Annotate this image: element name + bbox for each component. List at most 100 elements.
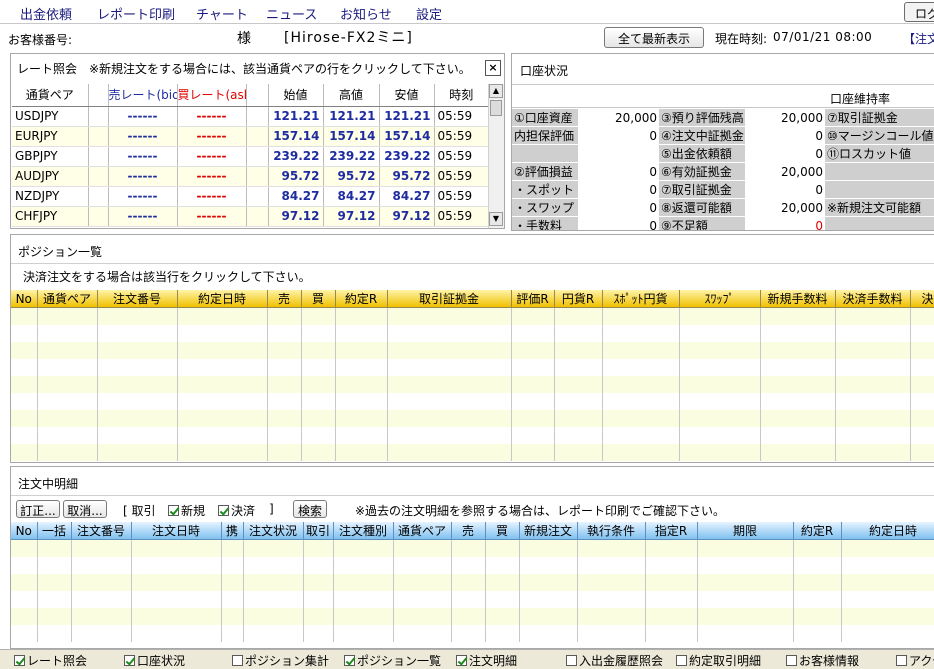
search-button[interactable]: 検索 <box>293 500 327 518</box>
toggle-account[interactable]: 口座状況 <box>124 652 185 669</box>
empty-cell <box>645 590 698 608</box>
account-label: ⑦取引証拠金 <box>825 109 934 127</box>
toggle-exec-detail[interactable]: 約定取引明細 <box>676 652 761 669</box>
high-cell: 95.72 <box>322 166 379 187</box>
empty-cell <box>697 590 794 608</box>
toggle-customer-info[interactable]: お客様情報 <box>786 652 859 669</box>
empty-cell <box>760 443 836 461</box>
checkbox-icon[interactable] <box>344 655 355 666</box>
order-link[interactable]: 【注文 <box>903 30 934 47</box>
menu-notices[interactable]: お知らせ <box>340 4 392 23</box>
close-icon[interactable]: × <box>485 60 501 76</box>
cancel-order-button[interactable]: 取消... <box>63 500 107 518</box>
checkbox-icon[interactable] <box>896 655 907 666</box>
checkbox-icon[interactable] <box>232 655 243 666</box>
toggle-deposit-history[interactable]: 入出金履歴照会 <box>566 652 663 669</box>
checkbox-icon[interactable] <box>566 655 577 666</box>
menu-news[interactable]: ニュース <box>266 4 317 23</box>
account-value: 20,000 <box>578 109 659 127</box>
menu-chart[interactable]: チャート <box>196 4 248 23</box>
checkbox-icon[interactable] <box>786 655 797 666</box>
empty-cell <box>37 409 98 427</box>
bid-cell: ------ <box>107 186 177 207</box>
filter-new-checkbox[interactable]: 新規 <box>168 502 205 519</box>
empty-cell <box>554 341 603 359</box>
empty-cell <box>793 624 842 642</box>
empty-cell <box>793 556 842 574</box>
rate-row-eurjpy[interactable]: EURJPY ------ ------ 157.14 157.14 157.14 05… <box>12 126 488 147</box>
empty-cell <box>11 590 38 608</box>
empty-cell <box>267 324 302 342</box>
empty-cell <box>131 624 222 642</box>
blank-cell <box>87 186 108 207</box>
empty-cell <box>37 573 72 591</box>
pos-col-spot-yen: ｽﾎﾟｯﾄ円貨 <box>602 290 680 308</box>
account-label: 内担保評価 <box>512 126 578 145</box>
filter-settle-checkbox[interactable]: 決済 <box>218 502 255 519</box>
empty-cell <box>97 307 178 325</box>
open-cell: 95.72 <box>267 166 323 187</box>
empty-cell <box>97 443 178 461</box>
empty-cell <box>387 392 512 410</box>
time-cell: 05:59 <box>433 186 488 207</box>
toggle-order-detail[interactable]: 注文明細 <box>456 652 517 669</box>
account-value: 0 <box>745 126 825 145</box>
checkbox-icon[interactable] <box>124 655 135 666</box>
empty-cell <box>841 573 934 591</box>
correct-order-button[interactable]: 訂正... <box>16 500 60 518</box>
scroll-down-icon[interactable]: ▼ <box>489 212 503 226</box>
toggle-position-summary[interactable]: ポジション集計 <box>232 652 329 669</box>
checkbox-icon[interactable] <box>14 655 25 666</box>
empty-cell <box>577 607 646 625</box>
empty-cell <box>131 607 222 625</box>
toggle-label: アクセ <box>909 654 934 668</box>
ord-col-no: No <box>11 522 38 540</box>
empty-cell <box>519 607 578 625</box>
menu-report-print[interactable]: レポート印刷 <box>97 4 175 23</box>
empty-cell <box>335 307 388 325</box>
toggle-rate[interactable]: レート照会 <box>14 652 87 669</box>
logout-button[interactable]: ログ <box>904 2 934 22</box>
empty-cell <box>679 341 761 359</box>
empty-cell <box>71 607 132 625</box>
empty-cell <box>841 556 934 574</box>
empty-row <box>11 624 934 642</box>
col-time: 時刻 <box>433 84 488 107</box>
empty-cell <box>841 624 934 642</box>
rate-row-audjpy[interactable]: AUDJPY ------ ------ 95.72 95.72 95.72 05:59 <box>12 166 488 187</box>
checkbox-icon[interactable] <box>218 505 229 516</box>
empty-cell <box>11 426 38 444</box>
toggle-access[interactable]: アクセ <box>896 652 934 669</box>
rate-row-gbpjpy[interactable]: GBPJPY ------ ------ 239.22 239.22 239.22 05… <box>12 146 488 167</box>
rate-row-nzdjpy[interactable]: NZDJPY ------ ------ 84.27 84.27 84.27 05:59 <box>12 186 488 207</box>
divider <box>11 263 934 264</box>
empty-cell <box>387 324 512 342</box>
pos-col-margin: 取引証拠金 <box>387 290 512 308</box>
empty-cell <box>554 358 603 376</box>
checkbox-icon[interactable] <box>168 505 179 516</box>
checkbox-icon[interactable] <box>456 655 467 666</box>
scroll-up-icon[interactable]: ▲ <box>489 84 503 98</box>
checkbox-icon[interactable] <box>676 655 687 666</box>
rate-row-chfjpy[interactable]: CHFJPY ------ ------ 97.12 97.12 97.12 05:59 <box>12 206 488 227</box>
toggle-position-list[interactable]: ポジション一覧 <box>344 652 441 669</box>
rate-row-usdjpy[interactable]: USDJPY ------ ------ 121.21 121.21 121.21 05… <box>12 106 488 127</box>
toggle-label: 口座状況 <box>137 654 186 668</box>
pair-cell: CHFJPY <box>12 206 88 227</box>
refresh-all-button[interactable]: 全て最新表示 <box>604 27 704 48</box>
empty-cell <box>301 426 336 444</box>
rate-scrollbar[interactable]: ▲ ▼ <box>488 84 504 228</box>
empty-cell <box>335 358 388 376</box>
empty-cell <box>267 392 302 410</box>
empty-cell <box>910 307 934 325</box>
empty-cell <box>387 375 512 393</box>
scroll-thumb[interactable] <box>490 100 502 116</box>
pos-col-swap: ｽﾜｯﾌﾟ <box>679 290 761 308</box>
empty-cell <box>177 409 268 427</box>
menu-withdrawal-request[interactable]: 出金依頼 <box>20 4 72 23</box>
empty-cell <box>519 539 578 557</box>
empty-cell <box>577 624 646 642</box>
blank-cell <box>87 166 108 187</box>
menu-settings[interactable]: 設定 <box>416 4 442 23</box>
col-ask: 買レート(ask) <box>176 84 246 107</box>
